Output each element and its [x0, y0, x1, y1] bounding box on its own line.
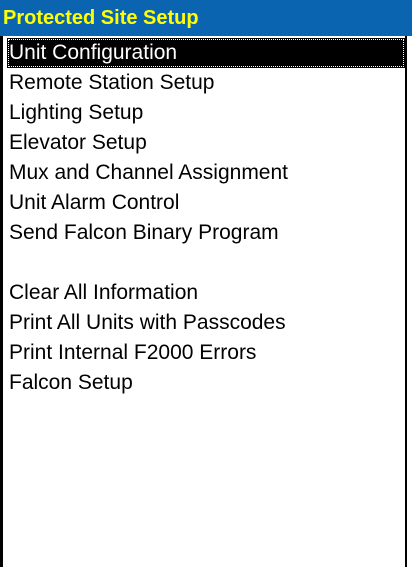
menu-item-print-all-units-passcodes[interactable]: Print All Units with Passcodes	[7, 308, 405, 338]
menu-item-remote-station-setup[interactable]: Remote Station Setup	[7, 68, 405, 98]
window-title: Protected Site Setup	[0, 0, 412, 36]
menu-item-mux-channel-assignment[interactable]: Mux and Channel Assignment	[7, 158, 405, 188]
setup-menu-list[interactable]: Unit Configuration Remote Station Setup …	[0, 36, 407, 567]
menu-item-print-internal-errors[interactable]: Print Internal F2000 Errors	[7, 338, 405, 368]
menu-item-unit-alarm-control[interactable]: Unit Alarm Control	[7, 188, 405, 218]
menu-item-falcon-setup[interactable]: Falcon Setup	[7, 368, 405, 398]
menu-item-lighting-setup[interactable]: Lighting Setup	[7, 98, 405, 128]
menu-item-elevator-setup[interactable]: Elevator Setup	[7, 128, 405, 158]
menu-item-unit-configuration[interactable]: Unit Configuration	[7, 38, 405, 68]
menu-item-clear-all-information[interactable]: Clear All Information	[7, 278, 405, 308]
menu-item-send-falcon-binary-program[interactable]: Send Falcon Binary Program	[7, 218, 405, 248]
protected-site-setup-window: Protected Site Setup Unit Configuration …	[0, 0, 412, 567]
